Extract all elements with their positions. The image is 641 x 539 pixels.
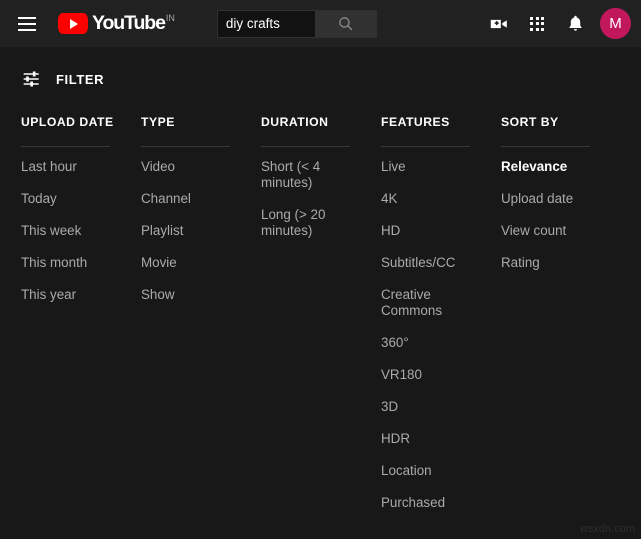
filter-option[interactable]: This month xyxy=(21,255,113,271)
filter-column-divider xyxy=(381,146,470,147)
filter-column: FEATURES Live 4K HD Subtitles/CC Creative Com… xyxy=(381,115,501,527)
filter-label: FILTER xyxy=(56,71,105,87)
hamburger-menu-icon[interactable] xyxy=(18,12,42,36)
filter-option[interactable]: Last hour xyxy=(21,159,113,175)
filter-option[interactable]: Playlist xyxy=(141,223,233,239)
masthead: YouTube IN diy crafts M xyxy=(0,0,641,47)
filter-column-header: FEATURES xyxy=(381,115,450,129)
filter-option[interactable]: Long (> 20 minutes) xyxy=(261,207,353,239)
youtube-wordmark: YouTube xyxy=(92,12,166,34)
filter-column: UPLOAD DATE Last hour Today This week This m… xyxy=(21,115,141,527)
filter-option[interactable]: HDR xyxy=(381,431,473,447)
notifications-button[interactable] xyxy=(558,7,592,41)
filter-option[interactable]: 360° xyxy=(381,335,473,351)
youtube-play-icon xyxy=(58,13,88,34)
filter-option[interactable]: VR180 xyxy=(381,367,473,383)
filter-column: SORT BY Relevance Upload date View count Rat… xyxy=(501,115,621,527)
apps-grid-icon xyxy=(530,16,544,31)
search-input[interactable] xyxy=(216,9,315,38)
create-video-icon xyxy=(490,19,507,28)
youtube-logo[interactable]: YouTube IN xyxy=(58,13,175,34)
filter-toggle-button[interactable]: FILTER xyxy=(0,47,120,89)
filter-option[interactable]: This week xyxy=(21,223,113,239)
filter-option[interactable]: This year xyxy=(21,287,113,303)
watermark: wsxdn.com xyxy=(579,523,635,535)
filter-option[interactable]: 4K xyxy=(381,191,473,207)
filter-column: TYPE Video Channel Playlist Movie Show xyxy=(141,115,261,527)
filter-option[interactable]: Short (< 4 minutes) xyxy=(261,159,353,191)
filter-column: DURATION Short (< 4 minutes) Long (> 20 mi… xyxy=(261,115,381,527)
filter-option[interactable]: Channel xyxy=(141,191,233,207)
filter-option[interactable]: 3D xyxy=(381,399,473,415)
filter-column-divider xyxy=(261,146,350,147)
filter-option[interactable]: Upload date xyxy=(501,191,593,207)
filter-option[interactable]: Relevance xyxy=(501,159,593,175)
filter-column-header: TYPE xyxy=(141,115,175,129)
create-video-button[interactable] xyxy=(482,7,516,41)
filter-column-header: DURATION xyxy=(261,115,329,129)
filter-option[interactable]: Today xyxy=(21,191,113,207)
country-code-label: IN xyxy=(165,13,175,23)
filter-option[interactable]: Video xyxy=(141,159,233,175)
filter-column-header: UPLOAD DATE xyxy=(21,115,114,129)
filter-option[interactable]: Live xyxy=(381,159,473,175)
filter-columns: UPLOAD DATE Last hour Today This week This m… xyxy=(0,89,641,527)
filter-option[interactable]: Creative Commons xyxy=(381,287,473,319)
search-button[interactable] xyxy=(314,9,377,38)
filter-column-divider xyxy=(141,146,230,147)
search-bar xyxy=(216,9,377,38)
youtube-search-filters-page: YouTube IN diy crafts M FILTER UPLOAD DA… xyxy=(0,0,641,539)
filter-option[interactable]: Purchased xyxy=(381,495,473,511)
filter-column-divider xyxy=(501,146,590,147)
filter-option[interactable]: Location xyxy=(381,463,473,479)
filter-option[interactable]: Movie xyxy=(141,255,233,271)
apps-grid-button[interactable] xyxy=(520,7,554,41)
filter-option[interactable]: Subtitles/CC xyxy=(381,255,473,271)
tune-filter-icon xyxy=(23,71,39,87)
filter-option[interactable]: Show xyxy=(141,287,233,303)
search-icon xyxy=(339,17,353,31)
filter-column-header: SORT BY xyxy=(501,115,559,129)
filter-option[interactable]: HD xyxy=(381,223,473,239)
filter-option[interactable]: Rating xyxy=(501,255,593,271)
notifications-bell-icon xyxy=(568,15,582,31)
filter-option[interactable]: View count xyxy=(501,223,593,239)
filter-column-divider xyxy=(21,146,110,147)
avatar[interactable]: M xyxy=(600,8,631,39)
